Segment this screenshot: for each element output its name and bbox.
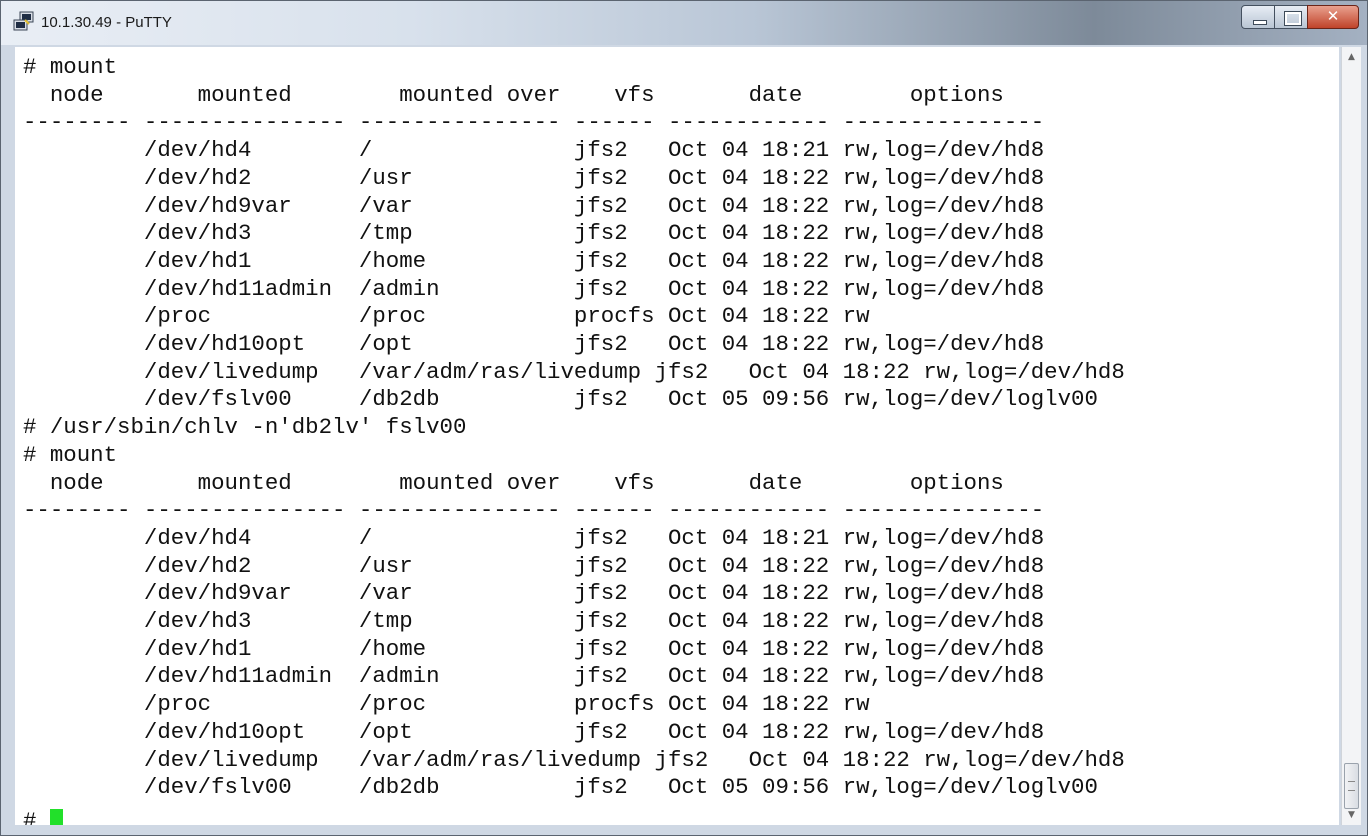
window-controls: ✕ — [1241, 5, 1359, 29]
putty-terminal-icon — [13, 11, 34, 31]
scroll-up-arrow-icon[interactable]: ▲ — [1342, 47, 1361, 67]
terminal-line: /dev/livedump /var/adm/ras/livedump jfs2… — [23, 746, 1125, 773]
terminal-line: # mount — [23, 54, 118, 80]
minimize-icon — [1253, 20, 1267, 25]
terminal-line: node mounted mounted over vfs date optio… — [23, 81, 1004, 108]
scrollbar-thumb[interactable] — [1344, 763, 1359, 809]
terminal-line: /dev/hd3 /tmp jfs2 Oct 04 18:22 rw,log=/… — [23, 608, 1045, 634]
minimize-button[interactable] — [1241, 5, 1275, 29]
terminal-line: /dev/hd4 / jfs2 Oct 04 18:21 rw,log=/dev… — [23, 137, 1045, 164]
title-bar[interactable]: 10.1.30.49 - PuTTY ✕ — [1, 1, 1367, 45]
scroll-down-arrow-icon[interactable]: ▼ — [1342, 805, 1361, 825]
maximize-button[interactable] — [1274, 5, 1308, 29]
terminal-line: /dev/fslv00 /db2db jfs2 Oct 05 09:56 rw,… — [23, 774, 1098, 801]
terminal-line: /dev/hd1 /home jfs2 Oct 04 18:22 rw,log=… — [23, 635, 1045, 662]
terminal-line: /dev/hd4 / jfs2 Oct 04 18:21 rw,log=/dev… — [23, 524, 1045, 551]
terminal-line: -------- --------------- ---------------… — [23, 497, 1045, 524]
close-button[interactable]: ✕ — [1307, 5, 1359, 29]
terminal-line: /dev/hd10opt /opt jfs2 Oct 04 18:22 rw,l… — [23, 331, 1045, 357]
terminal-line: /dev/hd3 /tmp jfs2 Oct 04 18:22 rw,log=/… — [23, 220, 1045, 247]
terminal-line: /dev/hd1 /home jfs2 Oct 04 18:22 rw,log=… — [23, 247, 1045, 274]
terminal-line: # /usr/sbin/chlv -n'db2lv' fslv00 — [23, 414, 467, 441]
terminal-line: node mounted mounted over vfs date optio… — [23, 469, 1004, 496]
terminal-line: /proc /proc procfs Oct 04 18:22 rw — [23, 303, 870, 330]
vertical-scrollbar[interactable]: ▲ ▼ — [1341, 47, 1361, 825]
shell-prompt: # — [23, 807, 50, 825]
terminal-line: /dev/hd9var /var jfs2 Oct 04 18:22 rw,lo… — [23, 580, 1045, 607]
terminal-line: /dev/hd9var /var jfs2 Oct 04 18:22 rw,lo… — [23, 192, 1045, 219]
terminal-line: /proc /proc procfs Oct 04 18:22 rw — [23, 691, 870, 718]
window-title: 10.1.30.49 - PuTTY — [41, 14, 172, 31]
terminal-prompt-line[interactable]: # — [23, 807, 63, 825]
terminal-line: /dev/livedump /var/adm/ras/livedump jfs2… — [23, 358, 1125, 385]
terminal-line: /dev/hd2 /usr jfs2 Oct 04 18:22 rw,log=/… — [23, 552, 1045, 579]
terminal-line: /dev/hd11admin /admin jfs2 Oct 04 18:22 … — [23, 663, 1045, 690]
terminal-line: # mount — [23, 441, 118, 468]
terminal-line: /dev/hd10opt /opt jfs2 Oct 04 18:22 rw,l… — [23, 718, 1045, 745]
terminal-line: -------- --------------- ---------------… — [23, 109, 1045, 136]
close-icon: ✕ — [1326, 7, 1340, 25]
terminal-line: /dev/hd2 /usr jfs2 Oct 04 18:22 rw,log=/… — [23, 164, 1045, 191]
terminal-line: /dev/fslv00 /db2db jfs2 Oct 05 09:56 rw,… — [23, 386, 1098, 413]
terminal-output[interactable]: # mount node mounted mounted over vfs da… — [15, 47, 1339, 825]
putty-window: 10.1.30.49 - PuTTY ✕ # mount node mounte… — [0, 0, 1368, 836]
terminal-line: /dev/hd11admin /admin jfs2 Oct 04 18:22 … — [23, 275, 1045, 302]
terminal-cursor — [49, 808, 63, 825]
maximize-icon — [1284, 11, 1302, 26]
